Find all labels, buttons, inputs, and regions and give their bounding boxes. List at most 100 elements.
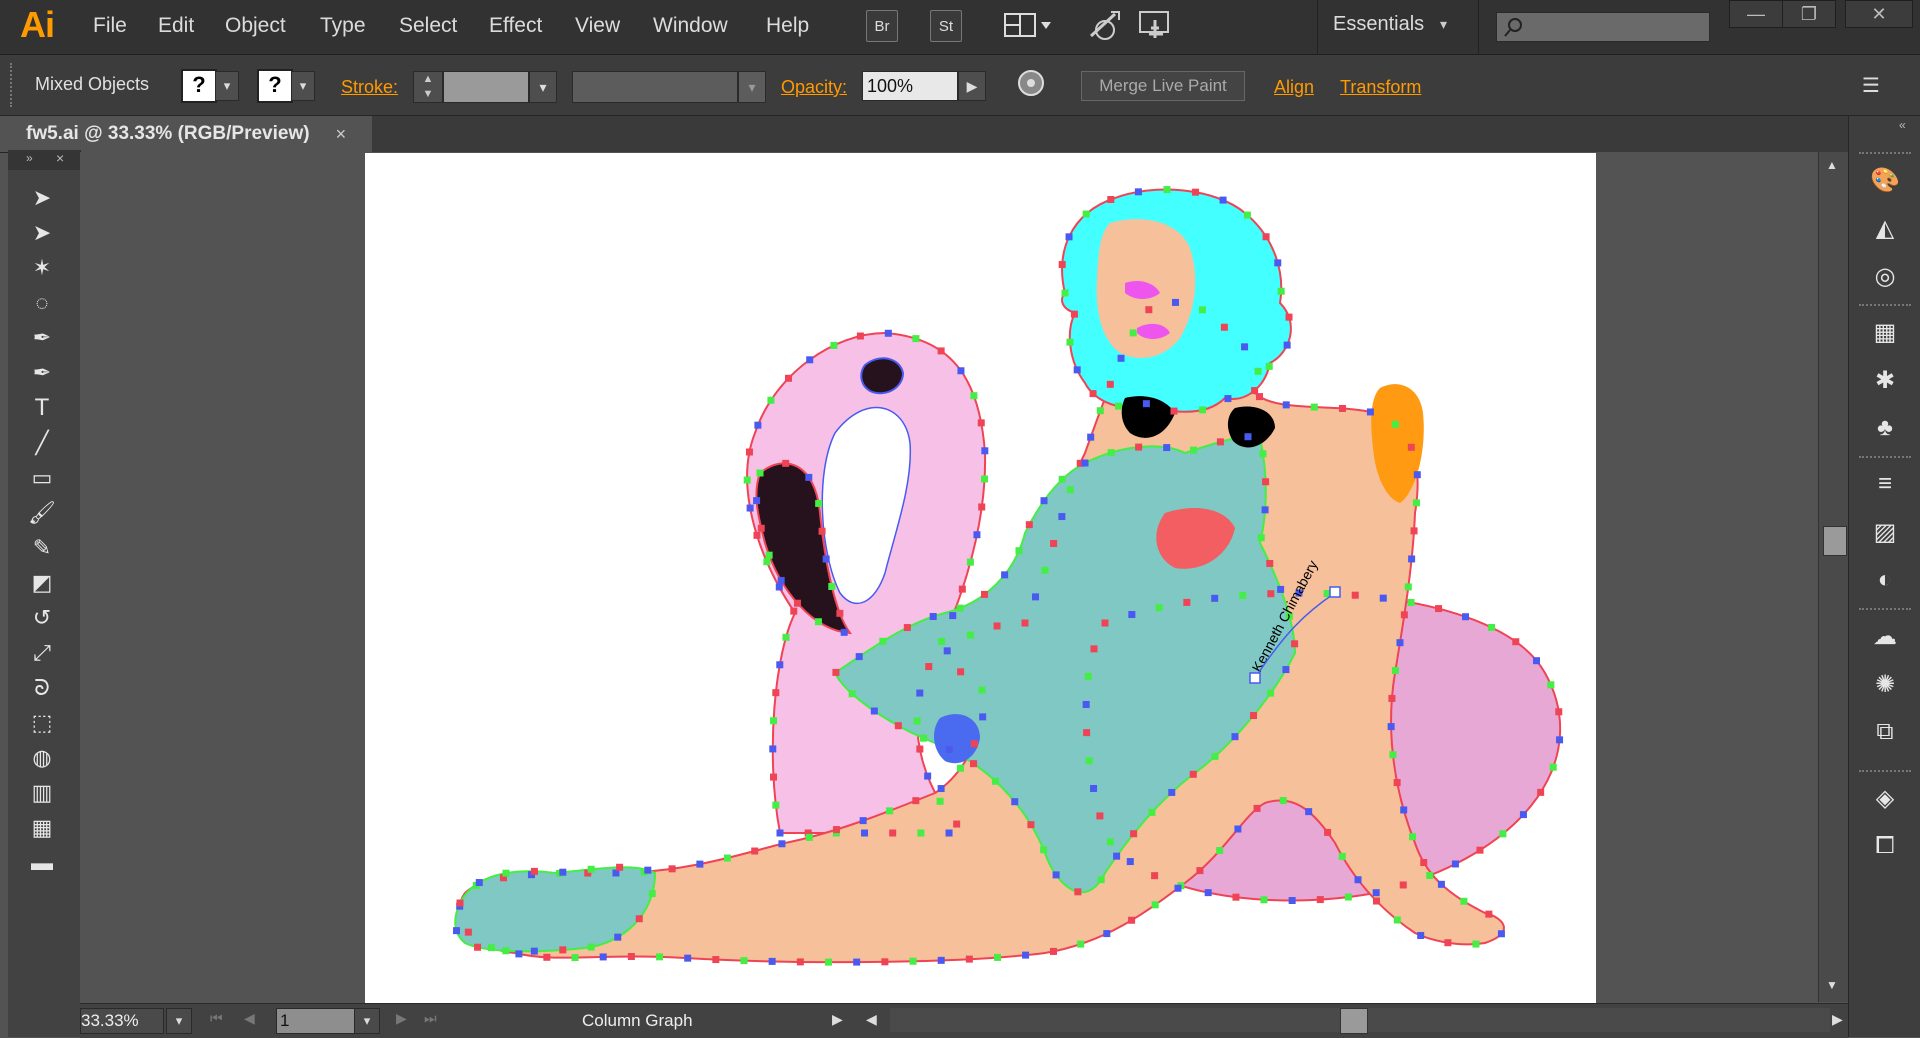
pencil-tool[interactable]: ✎	[20, 530, 64, 566]
maximize-button[interactable]: ❐	[1782, 0, 1836, 28]
selection-tool[interactable]: ➤	[20, 180, 64, 216]
lasso-tool[interactable]: ◌	[20, 285, 64, 321]
arrange-documents-button[interactable]	[1003, 10, 1055, 40]
opacity-arrow-icon[interactable]: ▶	[958, 71, 986, 101]
pen-tool[interactable]: ✒	[20, 320, 64, 356]
panel-group-grip[interactable]	[1859, 304, 1911, 312]
menu-window[interactable]: Window	[653, 14, 728, 38]
direct-selection-tool[interactable]: ➤	[20, 215, 64, 251]
transform-panel-link[interactable]: Transform	[1340, 77, 1421, 98]
artboards-icon[interactable]: ⧉	[1861, 712, 1909, 752]
type-tool[interactable]: T	[20, 390, 64, 426]
menu-file[interactable]: File	[93, 14, 127, 38]
merge-live-paint-button[interactable]: Merge Live Paint	[1081, 71, 1245, 101]
fill-swatch[interactable]: ?	[181, 69, 217, 103]
workspace-switcher[interactable]: Essentials	[1333, 13, 1424, 36]
previous-artboard-icon[interactable]: ◀	[244, 1010, 255, 1027]
magic-wand-tool[interactable]: ✶	[20, 250, 64, 286]
minimize-button[interactable]: —	[1729, 0, 1783, 28]
control-grip[interactable]	[10, 63, 14, 107]
recolor-artwork-button[interactable]	[1015, 67, 1047, 99]
workspace-chevron-icon[interactable]: ▾	[1440, 16, 1447, 33]
free-transform-tool[interactable]: ⬚	[20, 705, 64, 741]
vertical-scroll-thumb[interactable]	[1823, 526, 1847, 556]
zoom-dropdown-icon[interactable]: ▾	[166, 1008, 192, 1034]
vertical-scrollbar[interactable]: ▲ ▼	[1818, 152, 1849, 1002]
horizontal-scrollbar[interactable]	[890, 1008, 1830, 1034]
swatches-icon[interactable]: ▦	[1861, 312, 1909, 352]
expand-panels-icon[interactable]: «	[1899, 118, 1906, 132]
search-field[interactable]	[1496, 12, 1710, 42]
horizontal-scroll-thumb[interactable]	[1340, 1008, 1368, 1034]
rectangle-tool[interactable]: ▭	[20, 460, 64, 496]
artboard-dropdown-icon[interactable]: ▾	[354, 1008, 380, 1034]
stroke-icon[interactable]: ≡	[1861, 464, 1909, 504]
document-tab[interactable]: fw5.ai @ 33.33% (RGB/Preview) ×	[0, 116, 372, 152]
line-tool[interactable]: ╱	[20, 425, 64, 461]
symbols-icon[interactable]: ♣	[1861, 408, 1909, 448]
profile-dropdown-icon[interactable]: ▾	[738, 71, 766, 103]
artboard-number-field[interactable]: 1	[276, 1008, 355, 1034]
menu-type[interactable]: Type	[320, 14, 366, 38]
color-guide-icon[interactable]: ◭	[1861, 208, 1909, 248]
paintbrush-tool[interactable]: 🖌	[20, 495, 64, 531]
menu-effect[interactable]: Effect	[489, 14, 542, 38]
fill-dropdown-icon[interactable]: ▾	[215, 71, 239, 101]
stroke-weight-stepper[interactable]: ▲ ▼	[413, 71, 443, 103]
status-menu-icon[interactable]: ▶	[832, 1011, 843, 1028]
menu-help[interactable]: Help	[766, 14, 809, 38]
scroll-down-icon[interactable]: ▼	[1826, 978, 1838, 992]
menu-view[interactable]: View	[575, 14, 620, 38]
panel-menu-icon[interactable]: ☰	[1862, 73, 1880, 98]
artboard[interactable]: Kenneth Chimabery	[365, 153, 1596, 1003]
last-artboard-icon[interactable]: ⏭	[424, 1010, 437, 1027]
cc-libraries-icon[interactable]: ☁	[1861, 616, 1909, 656]
rotate-tool[interactable]: ↺	[20, 600, 64, 636]
curvature-tool[interactable]: ✒	[20, 355, 64, 391]
shape-builder-tool[interactable]: ◍	[20, 740, 64, 776]
column-graph-tool[interactable]: ▥	[20, 775, 64, 811]
panel-group-grip[interactable]	[1859, 608, 1911, 616]
variable-width-profile[interactable]	[572, 71, 738, 103]
scroll-right-icon[interactable]: ▶	[1832, 1011, 1843, 1028]
menu-select[interactable]: Select	[399, 14, 457, 38]
align-panel-link[interactable]: Align	[1274, 77, 1314, 98]
panel-group-grip[interactable]	[1859, 770, 1911, 778]
gpu-performance-button[interactable]	[1085, 8, 1123, 42]
gradient-icon[interactable]: ▨	[1861, 512, 1909, 552]
appearance-icon[interactable]: ◎	[1861, 256, 1909, 296]
zoom-field[interactable]: 33.33%	[80, 1008, 164, 1034]
panel-group-grip[interactable]	[1859, 152, 1911, 160]
mesh-tool[interactable]: ▦	[20, 810, 64, 846]
warp-tool[interactable]: ᘐ	[20, 670, 64, 706]
search-input[interactable]	[1529, 15, 1705, 39]
layers-icon[interactable]: ◈	[1861, 778, 1909, 818]
scroll-up-icon[interactable]: ▲	[1826, 158, 1838, 172]
stroke-dropdown-icon[interactable]: ▾	[291, 71, 315, 101]
first-artboard-icon[interactable]: ⏮	[210, 1010, 223, 1027]
stroke-weight-input[interactable]	[443, 71, 529, 103]
menu-object[interactable]: Object	[225, 14, 286, 38]
next-artboard-icon[interactable]: ▶	[396, 1010, 407, 1027]
links-icon[interactable]: ⧠	[1861, 826, 1909, 866]
close-panel-icon[interactable]: ×	[56, 150, 64, 166]
stroke-weight-dropdown-icon[interactable]: ▾	[529, 71, 557, 103]
collapse-panel-icon[interactable]: »	[26, 151, 33, 165]
scale-tool[interactable]: ⤢	[20, 635, 64, 671]
opacity-input[interactable]: 100%	[862, 71, 958, 101]
bridge-button[interactable]: Br	[866, 10, 898, 42]
transparency-icon[interactable]: ◐	[1861, 560, 1909, 600]
close-window-button[interactable]: ✕	[1845, 0, 1913, 28]
graphic-styles-icon[interactable]: ✺	[1861, 664, 1909, 704]
artwork-canvas[interactable]: Kenneth Chimabery	[365, 153, 1596, 1003]
scroll-left-icon[interactable]: ◀	[866, 1011, 877, 1028]
panel-group-grip[interactable]	[1859, 456, 1911, 464]
stock-button[interactable]: St	[930, 10, 962, 42]
menu-edit[interactable]: Edit	[158, 14, 194, 38]
color-icon[interactable]: 🎨	[1861, 160, 1909, 200]
stroke-panel-link[interactable]: Stroke:	[341, 77, 398, 98]
opacity-panel-link[interactable]: Opacity:	[781, 77, 847, 98]
eraser-tool[interactable]: ◩	[20, 565, 64, 601]
gradient-tool[interactable]: ▬	[20, 845, 64, 881]
touch-workspace-button[interactable]	[1137, 8, 1175, 42]
